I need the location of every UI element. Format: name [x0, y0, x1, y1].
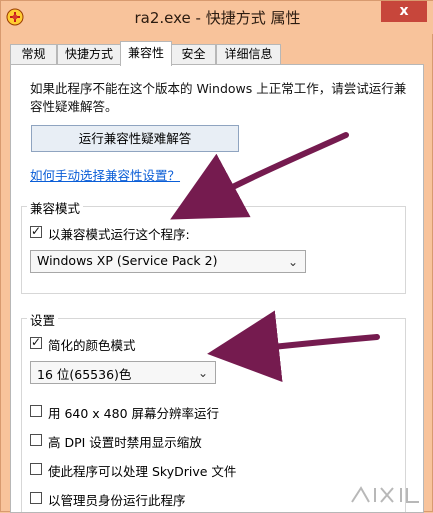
compatibility-panel: 如果此程序不能在这个版本的 Windows 上正常工作，请尝试运行兼容性疑难解答…: [10, 64, 424, 513]
resolution-checkbox-label: 用 640 x 480 屏幕分辨率运行: [48, 406, 220, 421]
compatibility-mode-label: 兼容模式: [27, 198, 84, 217]
reduced-color-checkbox[interactable]: [30, 335, 42, 349]
admin-checkbox-label: 以管理员身份运行此程序: [48, 493, 186, 508]
tab-label: 详细信息: [224, 47, 273, 61]
color-mode-select[interactable]: 16 位(65536)色 ⌄: [30, 361, 216, 384]
tab-label: 快捷方式: [64, 47, 113, 61]
skydrive-checkbox-label: 使此程序可以处理 SkyDrive 文件: [48, 464, 237, 479]
dpi-checkbox[interactable]: [30, 434, 42, 446]
intro-text: 如果此程序不能在这个版本的 Windows 上正常工作，请尝试运行兼容性疑难解答…: [30, 81, 407, 114]
tab-details[interactable]: 详细信息: [216, 44, 281, 65]
tab-label: 常规: [21, 47, 46, 61]
tab-compatibility[interactable]: 兼容性: [120, 41, 172, 66]
settings-label: 设置: [27, 310, 59, 329]
reduced-color-checkbox-label: 简化的颜色模式: [48, 338, 136, 353]
os-version-select[interactable]: Windows XP (Service Pack 2) ⌄: [30, 250, 306, 273]
window-title: ra2.exe - 快捷方式 属性: [134, 9, 301, 27]
properties-window: ra2.exe - 快捷方式 属性 x 常规 快捷方式 兼容性 安全 详细信息 …: [0, 0, 433, 513]
skydrive-checkbox[interactable]: [30, 463, 42, 475]
chevron-down-icon: ⌄: [287, 255, 298, 269]
tab-security[interactable]: 安全: [171, 44, 216, 65]
admin-checkbox[interactable]: [30, 492, 42, 504]
tab-label: 兼容性: [127, 46, 164, 60]
run-troubleshooter-button[interactable]: 运行兼容性疑难解答: [31, 125, 239, 152]
resolution-checkbox[interactable]: [30, 405, 42, 417]
close-icon: x: [399, 3, 409, 19]
chevron-down-icon: ⌄: [197, 366, 208, 380]
tab-strip: 常规 快捷方式 兼容性 安全 详细信息: [10, 41, 424, 66]
color-mode-value: 16 位(65536)色: [37, 367, 132, 382]
tab-label: 安全: [181, 47, 206, 61]
close-button[interactable]: x: [381, 1, 427, 22]
compatibility-mode-checkbox-label: 以兼容模式运行这个程序:: [48, 227, 190, 242]
manual-settings-link[interactable]: 如何手动选择兼容性设置？: [30, 165, 180, 184]
tab-general[interactable]: 常规: [10, 44, 57, 65]
compatibility-mode-checkbox[interactable]: [30, 224, 42, 238]
os-version-value: Windows XP (Service Pack 2): [37, 253, 218, 268]
dpi-checkbox-label: 高 DPI 设置时禁用显示缩放: [48, 435, 202, 450]
tab-shortcut[interactable]: 快捷方式: [57, 44, 121, 65]
watermark-icon: [351, 486, 419, 503]
title-bar: ra2.exe - 快捷方式 属性 x: [1, 1, 433, 34]
